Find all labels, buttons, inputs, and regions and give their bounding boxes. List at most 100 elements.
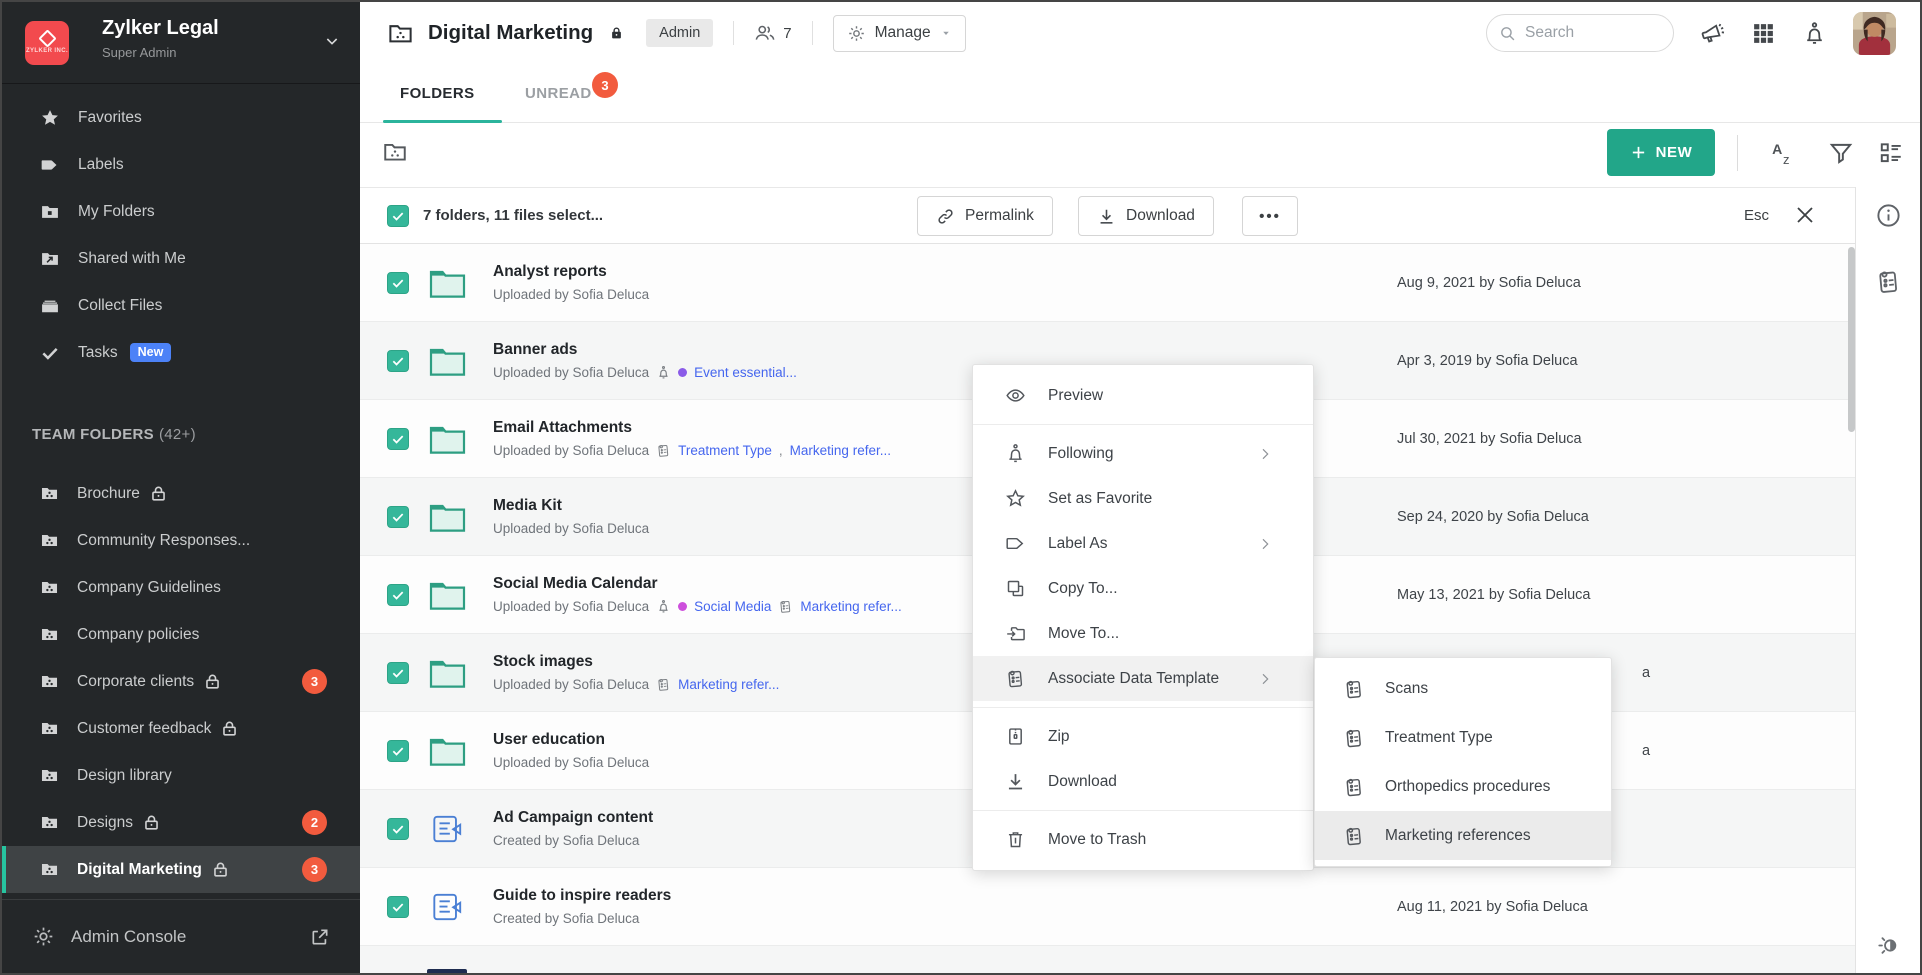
star-icon: [40, 108, 60, 128]
sidebar-item-collect-files[interactable]: Collect Files: [2, 282, 360, 329]
row-checkbox[interactable]: [387, 506, 409, 528]
data-template-icon[interactable]: [1875, 268, 1902, 295]
label-link[interactable]: Social Media: [694, 599, 771, 614]
search-input[interactable]: [1525, 24, 1645, 42]
people-icon: [754, 22, 776, 44]
row-checkbox[interactable]: [387, 584, 409, 606]
sidebar-item-design-library[interactable]: Design library: [2, 752, 360, 799]
lock-icon: [211, 860, 230, 879]
menu-item-associate-data-template[interactable]: Associate Data Template: [973, 656, 1313, 701]
comma: ,: [779, 443, 783, 458]
sidebar-item-digital-marketing[interactable]: Digital Marketing3: [2, 846, 360, 893]
file-row-guide-to-inspire-readers[interactable]: Guide to inspire readersCreated by Sofia…: [360, 868, 1859, 946]
info-icon[interactable]: [1875, 202, 1902, 229]
close-icon[interactable]: [1793, 203, 1817, 227]
submenu-item-marketing-references[interactable]: Marketing references: [1315, 811, 1611, 860]
chevron-right-icon: [1257, 671, 1273, 687]
members-count[interactable]: 7: [754, 22, 791, 44]
submenu-item-treatment-type[interactable]: Treatment Type: [1315, 713, 1611, 762]
row-checkbox[interactable]: [387, 272, 409, 294]
template-link[interactable]: Marketing refer...: [800, 599, 901, 614]
scrollbar-thumb[interactable]: [1848, 247, 1855, 432]
row-checkbox[interactable]: [387, 350, 409, 372]
permalink-button[interactable]: Permalink: [917, 196, 1053, 236]
unread-count-badge: 3: [302, 857, 327, 882]
sidebar-item-admin-console[interactable]: Admin Console: [2, 899, 360, 973]
sort-az-icon[interactable]: Az: [1770, 140, 1796, 166]
folder-icon: [427, 421, 467, 457]
row-checkbox[interactable]: [387, 896, 409, 918]
team-folder-label: Design library: [77, 767, 172, 785]
select-all-checkbox[interactable]: [387, 205, 409, 227]
download-button[interactable]: Download: [1078, 196, 1214, 236]
megaphone-icon[interactable]: [1700, 21, 1725, 46]
label-link[interactable]: Event essential...: [694, 365, 797, 380]
org-switcher[interactable]: ZYLKER INC. Zylker Legal Super Admin: [2, 2, 360, 84]
chevron-down-icon[interactable]: [324, 33, 340, 49]
search-box[interactable]: [1486, 14, 1674, 52]
sidebar-item-community-responses[interactable]: Community Responses...: [2, 517, 360, 564]
row-checkbox[interactable]: [387, 818, 409, 840]
menu-item-set-as-favorite[interactable]: Set as Favorite: [973, 476, 1313, 521]
menu-item-copy-to[interactable]: Copy To...: [973, 566, 1313, 611]
sidebar-item-designs[interactable]: Designs2: [2, 799, 360, 846]
row-checkbox[interactable]: [387, 662, 409, 684]
menu-item-zip[interactable]: Zip: [973, 714, 1313, 759]
more-actions-button[interactable]: •••: [1242, 196, 1298, 236]
file-row-analyst-reports[interactable]: Analyst reportsUploaded by Sofia DelucaA…: [360, 244, 1859, 322]
sidebar-item-favorites[interactable]: Favorites: [2, 94, 360, 141]
file-row-magazine-ad-pdf[interactable]: Magazine ad.pdf: [360, 946, 1859, 973]
sidebar-item-brochure[interactable]: Brochure: [2, 470, 360, 517]
tab-unread[interactable]: UNREAD: [525, 64, 592, 122]
data-template-icon: [1343, 825, 1365, 847]
menu-item-move-to[interactable]: Move To...: [973, 611, 1313, 656]
menu-divider: [973, 424, 1313, 425]
new-button[interactable]: NEW: [1607, 129, 1715, 176]
sidebar-item-labels[interactable]: Labels: [2, 141, 360, 188]
filter-funnel-icon[interactable]: [1828, 140, 1854, 166]
folder-icon: [427, 343, 467, 379]
sidebar-item-company-guidelines[interactable]: Company Guidelines: [2, 564, 360, 611]
pdf-thumbnail: [427, 969, 467, 974]
label-dot-icon: [678, 368, 687, 377]
sidebar-item-my-folders[interactable]: My Folders: [2, 188, 360, 235]
manage-label: Manage: [875, 24, 931, 42]
org-role: Super Admin: [102, 45, 176, 60]
template-link[interactable]: Marketing refer...: [678, 677, 779, 692]
sidebar-item-shared-with-me[interactable]: Shared with Me: [2, 235, 360, 282]
folder-outline-icon[interactable]: [382, 139, 408, 165]
menu-divider: [973, 707, 1313, 708]
template-link[interactable]: Treatment Type: [678, 443, 772, 458]
sidebar-item-customer-feedback[interactable]: Customer feedback: [2, 705, 360, 752]
eye-icon: [1005, 385, 1026, 406]
external-link-icon[interactable]: [310, 927, 330, 947]
menu-item-preview[interactable]: Preview: [973, 373, 1313, 418]
bell-icon[interactable]: [1802, 21, 1827, 46]
theme-toggle-icon[interactable]: [1875, 932, 1902, 959]
download-icon: [1097, 207, 1116, 226]
menu-item-download[interactable]: Download: [973, 759, 1313, 804]
user-avatar[interactable]: [1853, 12, 1896, 55]
row-checkbox[interactable]: [387, 740, 409, 762]
view-options-icon[interactable]: [1878, 140, 1904, 166]
file-name: Social Media Calendar: [493, 575, 902, 593]
search-icon: [1499, 25, 1516, 42]
sidebar-item-corporate-clients[interactable]: Corporate clients3: [2, 658, 360, 705]
file-name: Banner ads: [493, 341, 797, 359]
org-logo-text: ZYLKER INC.: [26, 48, 68, 54]
menu-item-move-to-trash[interactable]: Move to Trash: [973, 817, 1313, 862]
org-name: Zylker Legal: [102, 17, 219, 40]
file-meta: Uploaded by Sofia Deluca: [493, 287, 649, 302]
template-link[interactable]: Marketing refer...: [790, 443, 891, 458]
menu-item-label-as[interactable]: Label As: [973, 521, 1313, 566]
apps-grid-icon[interactable]: [1751, 21, 1776, 46]
tab-folders[interactable]: FOLDERS: [400, 64, 474, 122]
new-feature-badge: New: [130, 343, 172, 362]
sidebar-item-company-policies[interactable]: Company policies: [2, 611, 360, 658]
row-checkbox[interactable]: [387, 428, 409, 450]
submenu-item-scans[interactable]: Scans: [1315, 664, 1611, 713]
manage-button[interactable]: Manage: [833, 15, 966, 52]
submenu-item-orthopedics-procedures[interactable]: Orthopedics procedures: [1315, 762, 1611, 811]
menu-item-following[interactable]: Following: [973, 431, 1313, 476]
sidebar-item-tasks[interactable]: TasksNew: [2, 329, 360, 376]
